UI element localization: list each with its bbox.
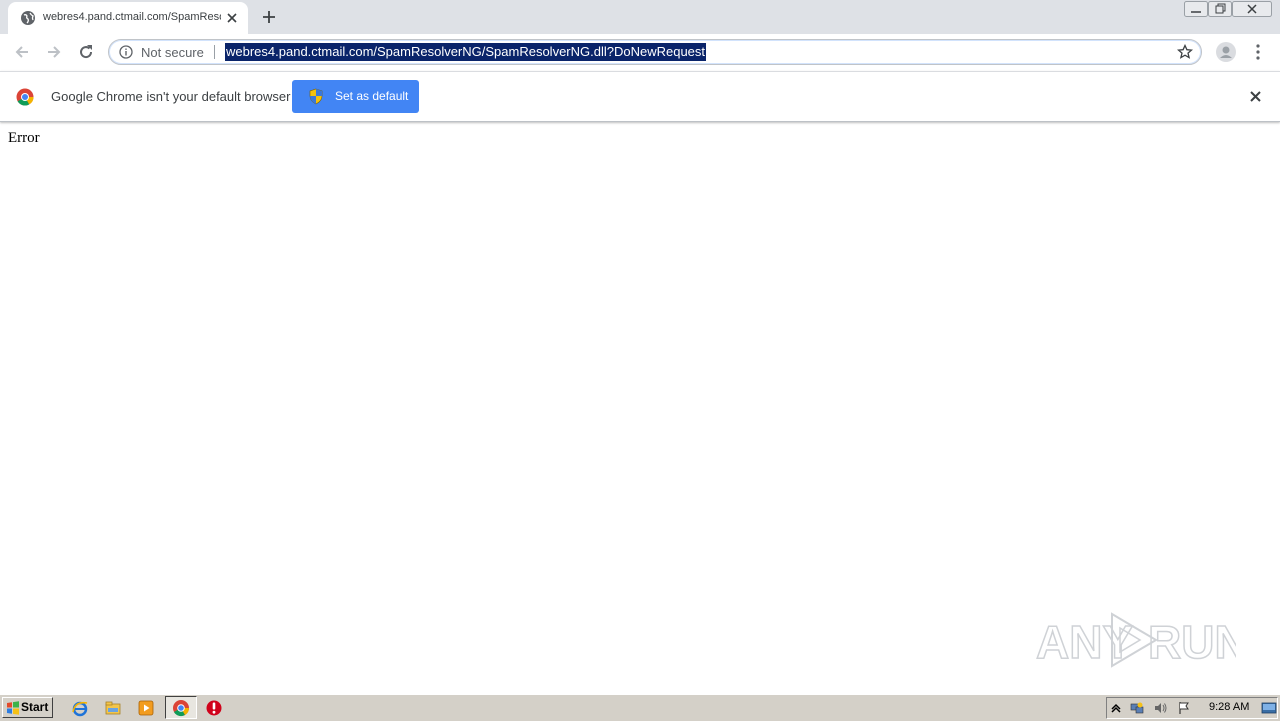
- restore-icon[interactable]: [1208, 1, 1232, 17]
- uac-shield-icon: [309, 88, 323, 105]
- infobar-message: Google Chrome isn't your default browser: [51, 89, 291, 104]
- watermark-text-right: RUN: [1148, 616, 1236, 668]
- minimize-icon[interactable]: [1184, 1, 1208, 17]
- chrome-icon: [173, 700, 190, 717]
- info-icon[interactable]: [119, 45, 133, 59]
- tab-title: webres4.pand.ctmail.com/SpamReso: [43, 11, 221, 23]
- volume-icon[interactable]: [1153, 701, 1167, 715]
- internet-explorer-icon[interactable]: [71, 699, 89, 717]
- file-explorer-icon[interactable]: [104, 699, 122, 717]
- taskbar-chrome-button[interactable]: [165, 696, 197, 719]
- system-tray: 9:28 AM: [1106, 697, 1278, 719]
- page-error-text: Error: [8, 130, 40, 146]
- taskbar: Start 9:28 AM: [0, 694, 1280, 721]
- network-icon[interactable]: [1130, 701, 1144, 715]
- forward-arrow-icon[interactable]: [44, 42, 64, 62]
- watermark-text-left: ANY: [1036, 616, 1133, 668]
- default-browser-infobar: Google Chrome isn't your default browser…: [0, 71, 1280, 122]
- clock[interactable]: 9:28 AM: [1209, 701, 1249, 713]
- show-desktop-icon[interactable]: [1261, 701, 1277, 715]
- back-arrow-icon[interactable]: [12, 42, 32, 62]
- reload-icon[interactable]: [76, 42, 96, 62]
- globe-icon: [21, 11, 35, 25]
- security-label[interactable]: Not secure: [141, 45, 204, 60]
- bookmark-star-icon[interactable]: [1177, 44, 1193, 60]
- set-as-default-button[interactable]: Set as default: [292, 80, 419, 113]
- start-button[interactable]: Start: [2, 697, 53, 718]
- start-label: Start: [21, 700, 49, 714]
- media-player-icon[interactable]: [137, 699, 155, 717]
- close-tab-icon[interactable]: [224, 10, 240, 26]
- antivirus-icon[interactable]: [205, 699, 223, 717]
- windows-flag-icon: [7, 701, 19, 715]
- url-text[interactable]: webres4.pand.ctmail.com/SpamResolverNG/S…: [225, 43, 707, 61]
- omnibox-separator: [214, 45, 215, 59]
- profile-avatar-icon[interactable]: [1216, 42, 1236, 62]
- show-hidden-icons-icon[interactable]: [1109, 701, 1123, 715]
- close-window-icon[interactable]: [1232, 1, 1272, 17]
- chrome-logo-icon: [16, 88, 34, 106]
- address-bar[interactable]: Not secure webres4.pand.ctmail.com/SpamR…: [108, 39, 1202, 65]
- anyrun-watermark: ANY RUN: [1036, 612, 1236, 669]
- tab-strip: webres4.pand.ctmail.com/SpamReso: [0, 0, 1280, 34]
- new-tab-icon[interactable]: [260, 8, 278, 26]
- set-as-default-label: Set as default: [335, 89, 409, 103]
- browser-tab[interactable]: webres4.pand.ctmail.com/SpamReso: [8, 2, 248, 34]
- close-infobar-icon[interactable]: [1248, 89, 1263, 104]
- action-center-flag-icon[interactable]: [1177, 701, 1191, 715]
- menu-kebab-icon[interactable]: [1253, 42, 1263, 62]
